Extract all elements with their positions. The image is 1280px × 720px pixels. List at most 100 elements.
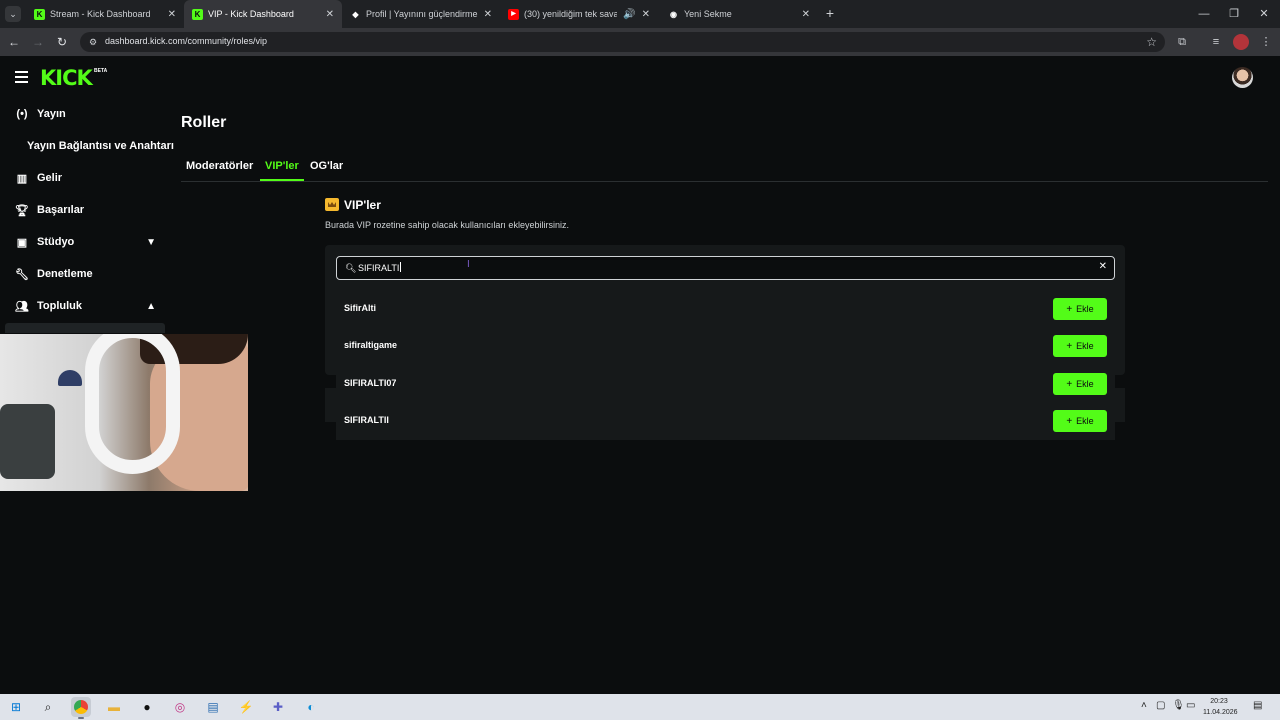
tray-monitor-icon[interactable]: ▭ <box>1186 700 1195 711</box>
close-tab-icon[interactable]: ✕ <box>642 9 650 20</box>
tab-title: Profil | Yayınını güçlendirmek iç <box>366 9 478 19</box>
close-tab-icon[interactable]: ✕ <box>802 9 810 20</box>
add-vip-button[interactable]: + Ekle <box>1053 410 1107 432</box>
sidebar-item-label: Başarılar <box>37 204 85 216</box>
add-button-label: Ekle <box>1076 304 1094 314</box>
clear-search-icon[interactable]: ✕ <box>1099 261 1107 272</box>
reload-icon[interactable]: ↻ <box>54 34 70 50</box>
window-close-icon[interactable]: ✕ <box>1248 0 1280 28</box>
chrome-favicon-icon: ◉ <box>670 9 677 19</box>
plus-icon: + <box>1066 378 1073 390</box>
search-result-row[interactable]: SifirAlti + Ekle <box>336 290 1115 327</box>
result-username: sifiraltigame <box>344 340 398 350</box>
site-info-icon[interactable]: ⚙ <box>87 36 99 48</box>
teams-taskbar-icon[interactable]: ✚ <box>268 697 288 717</box>
close-tab-icon[interactable]: ✕ <box>168 9 176 20</box>
kick-logo[interactable]: KICK <box>40 66 93 90</box>
plus-icon: + <box>1066 415 1073 427</box>
browser-tab[interactable]: K Stream - Kick Dashboard ✕ <box>26 0 184 28</box>
tab-ogs[interactable]: OG'lar <box>310 160 343 172</box>
add-button-label: Ekle <box>1076 341 1094 351</box>
restore-icon[interactable]: ❐ <box>1218 0 1250 28</box>
youtube-favicon-icon: ▶ <box>508 8 519 20</box>
user-avatar[interactable] <box>1232 67 1253 88</box>
search-icon: 🔍︎ <box>345 263 357 273</box>
diamond-favicon-icon: ◆ <box>352 9 359 19</box>
search-value[interactable]: SIFIRALTI <box>358 262 402 273</box>
url-text[interactable]: dashboard.kick.com/community/roles/vip <box>105 36 267 46</box>
address-toolbar: ← → ↻ ⚙ dashboard.kick.com/community/rol… <box>0 28 1280 56</box>
kick-favicon-icon: K <box>34 8 45 20</box>
beta-badge: BETA <box>94 68 108 74</box>
sidebar-item-basarilar[interactable]: 🏆︎ Başarılar <box>15 200 170 220</box>
sidebar-item-topluluk[interactable]: 👥︎ Topluluk ▲ <box>15 296 170 316</box>
sidebar-item-label: Gelir <box>37 172 63 184</box>
menu-icon[interactable] <box>15 71 28 83</box>
url-bar[interactable]: ⚙ dashboard.kick.com/community/roles/vip… <box>80 32 1165 52</box>
sidebar-item-label: Denetleme <box>37 268 93 280</box>
media-control-icon[interactable]: ≡ <box>1208 34 1224 50</box>
browser-menu-icon[interactable]: ⋮ <box>1258 34 1274 50</box>
microphone-icon[interactable]: 🎙︎ <box>1172 700 1185 711</box>
webcam-headset <box>85 334 180 474</box>
sidebar-item-label: Topluluk <box>37 300 83 312</box>
clock-time: 20:23 <box>1210 698 1228 705</box>
browser-tab[interactable]: ▶ (30) yenildiğim tek savaştı 🔊 ✕ <box>500 0 658 28</box>
search-result-row[interactable]: SIFIRALTI07 + Ekle <box>336 365 1115 402</box>
webcam-bag <box>0 404 55 479</box>
extensions-icon[interactable]: ⧉ <box>1174 34 1190 50</box>
sidebar-item-denetleme[interactable]: 🔧︎ Denetleme <box>15 264 170 284</box>
webcam-overlay <box>0 334 248 491</box>
obs-taskbar-icon[interactable]: ● <box>137 697 157 717</box>
app-taskbar-icon-2[interactable]: ⚡ <box>236 697 256 717</box>
user-search-input[interactable]: 🔍︎ SIFIRALTI ✕ <box>336 256 1115 280</box>
sidebar-subitem-stream-key[interactable]: Yayın Bağlantısı ve Anahtarı <box>27 140 174 152</box>
os-taskbar: ⊞ ⌕ ▬ ● ◎ ▤ ⚡ ✚ ◐ ˄ ▢ 🎙︎ ▭ 20:23 11.04.2… <box>0 694 1280 720</box>
browser-tab[interactable]: ◉ Yeni Sekme ✕ <box>660 0 818 28</box>
windows-start-icon[interactable]: ⊞ <box>6 697 26 717</box>
chevron-down-icon: ▼ <box>146 236 156 248</box>
taskbar-search-icon[interactable]: ⌕ <box>38 697 58 717</box>
close-tab-icon[interactable]: ✕ <box>484 9 492 20</box>
add-vip-button[interactable]: + Ekle <box>1053 298 1107 320</box>
sidebar-subitem-selected[interactable] <box>5 323 165 333</box>
new-tab-button[interactable]: + <box>822 4 838 22</box>
add-vip-button[interactable]: + Ekle <box>1053 373 1107 395</box>
plus-icon: + <box>1066 340 1073 352</box>
system-clock[interactable]: 20:23 11.04.2026 <box>1203 696 1238 718</box>
notifications-icon[interactable]: ▤ <box>1253 700 1262 711</box>
chrome-taskbar-icon[interactable] <box>71 697 91 717</box>
add-vip-button[interactable]: + Ekle <box>1053 335 1107 357</box>
forward-icon[interactable]: → <box>30 34 46 50</box>
sidebar-item-studyo[interactable]: ▣ Stüdyo ▼ <box>15 232 170 252</box>
minimize-icon[interactable]: — <box>1188 0 1220 28</box>
tray-overflow-icon[interactable]: ˄ <box>1141 700 1147 711</box>
add-button-label: Ekle <box>1076 379 1094 389</box>
app-taskbar-icon[interactable]: ▤ <box>203 697 223 717</box>
active-app-indicator <box>78 717 84 719</box>
browser-tab-active[interactable]: K VIP - Kick Dashboard ✕ <box>184 0 342 28</box>
sidebar-item-gelir[interactable]: ▥ Gelir <box>15 168 170 188</box>
edge-taskbar-icon[interactable]: ◐ <box>301 697 321 717</box>
browser-tab[interactable]: ◆ Profil | Yayınını güçlendirmek iç ✕ <box>342 0 500 28</box>
file-explorer-icon[interactable]: ▬ <box>104 697 124 717</box>
trophy-icon: 🏆︎ <box>15 204 29 217</box>
close-tab-icon[interactable]: ✕ <box>326 9 334 20</box>
browser-profile-avatar[interactable] <box>1233 34 1249 50</box>
tab-vips[interactable]: VIP'ler <box>265 160 299 172</box>
tab-search-button[interactable]: ⌄ <box>5 6 21 22</box>
wrench-icon: 🔧︎ <box>15 268 29 281</box>
search-result-row[interactable]: sifiraltigame + Ekle <box>336 327 1115 364</box>
back-icon[interactable]: ← <box>6 34 22 50</box>
search-result-row[interactable]: SIFIRALTII + Ekle <box>336 402 1115 439</box>
crown-icon <box>325 198 339 211</box>
sidebar-item-yayin[interactable]: (•) Yayın <box>15 104 170 124</box>
tray-app-icon[interactable]: ▢ <box>1156 700 1165 711</box>
sidebar-item-label: Yayın <box>37 108 66 120</box>
instagram-taskbar-icon[interactable]: ◎ <box>170 697 190 717</box>
tab-moderators[interactable]: Moderatörler <box>186 160 253 172</box>
studio-icon: ▣ <box>16 236 28 249</box>
sidebar-item-label: Stüdyo <box>37 236 75 248</box>
speaker-icon[interactable]: 🔊 <box>623 9 635 20</box>
bookmark-star-icon[interactable]: ☆ <box>1146 35 1157 49</box>
